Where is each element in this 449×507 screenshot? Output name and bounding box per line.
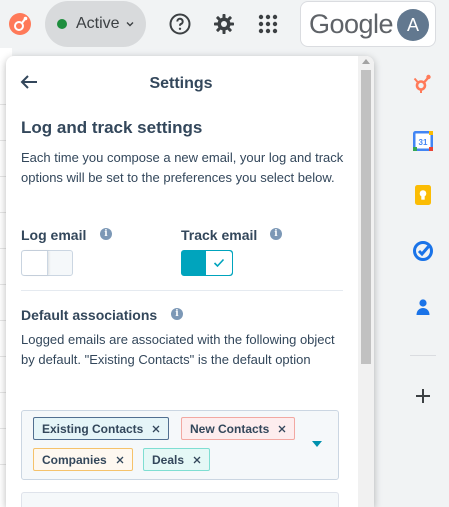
tag-existing-contacts: Existing Contacts <box>33 417 170 440</box>
scroll-thumb[interactable] <box>361 70 371 364</box>
scroll-up-arrow-icon[interactable] <box>362 59 370 64</box>
chevron-down-icon <box>126 22 134 27</box>
associations-heading: Default associations <box>21 307 158 323</box>
rail-divider <box>410 355 436 356</box>
top-bar: Active Google A <box>0 0 449 48</box>
tag-label: New Contacts <box>190 421 270 436</box>
section-divider <box>21 290 343 291</box>
remove-tag-icon[interactable] <box>116 456 124 464</box>
info-icon[interactable]: i <box>270 228 282 240</box>
toggle-knob <box>22 251 48 275</box>
section-heading: Log and track settings <box>21 118 203 137</box>
settings-panel: Settings Log and track settings Each tim… <box>6 56 374 507</box>
remove-tag-icon[interactable] <box>152 425 160 433</box>
log-track-description: Each time you compose a new email, your … <box>21 150 344 185</box>
tag-deals: Deals <box>143 448 211 471</box>
log-email-label: Log email <box>21 227 87 243</box>
tag-new-contacts: New Contacts <box>181 417 296 440</box>
add-icon[interactable] <box>412 385 434 407</box>
tag-companies: Companies <box>33 448 133 471</box>
keep-icon[interactable] <box>412 184 434 206</box>
dropdown-caret-icon[interactable] <box>312 441 322 447</box>
remove-tag-icon[interactable] <box>278 425 286 433</box>
track-email-toggle[interactable] <box>181 250 233 276</box>
status-label: Active <box>76 15 120 32</box>
calendar-icon[interactable]: 31 <box>412 130 434 152</box>
contacts-icon[interactable] <box>412 296 434 318</box>
associations-description: Logged emails are associated with the fo… <box>21 332 335 367</box>
panel-title: Settings <box>149 75 213 92</box>
panel-scrollbar[interactable] <box>358 56 374 507</box>
status-dot <box>57 19 67 29</box>
status-dropdown[interactable]: Active <box>45 1 146 47</box>
next-setting-field[interactable] <box>21 492 339 507</box>
track-email-label: Track email <box>181 227 258 243</box>
apps-grid-icon[interactable] <box>256 12 280 36</box>
tag-label: Existing Contacts <box>42 421 144 436</box>
hubspot-sprocket-icon[interactable] <box>412 72 434 94</box>
tasks-icon[interactable] <box>412 240 434 262</box>
checkmark-icon <box>213 258 225 268</box>
remove-tag-icon[interactable] <box>193 456 201 464</box>
calendar-day: 31 <box>419 138 428 147</box>
tag-label: Companies <box>42 452 107 467</box>
associations-multiselect[interactable]: Existing Contacts New Contacts Companies… <box>21 410 339 480</box>
settings-gear-icon[interactable] <box>212 12 236 36</box>
help-icon[interactable] <box>168 12 192 36</box>
google-account-area[interactable]: Google A <box>300 1 436 47</box>
avatar[interactable]: A <box>397 9 429 41</box>
info-icon[interactable]: i <box>171 308 183 320</box>
google-logo: Google <box>309 9 394 39</box>
hubspot-sprocket-icon[interactable] <box>8 12 32 36</box>
side-panel-rail: 31 <box>384 48 449 507</box>
toggle-knob <box>206 251 232 275</box>
tag-label: Deals <box>152 452 185 467</box>
log-email-toggle[interactable] <box>21 250 73 276</box>
info-icon[interactable]: i <box>100 228 112 240</box>
